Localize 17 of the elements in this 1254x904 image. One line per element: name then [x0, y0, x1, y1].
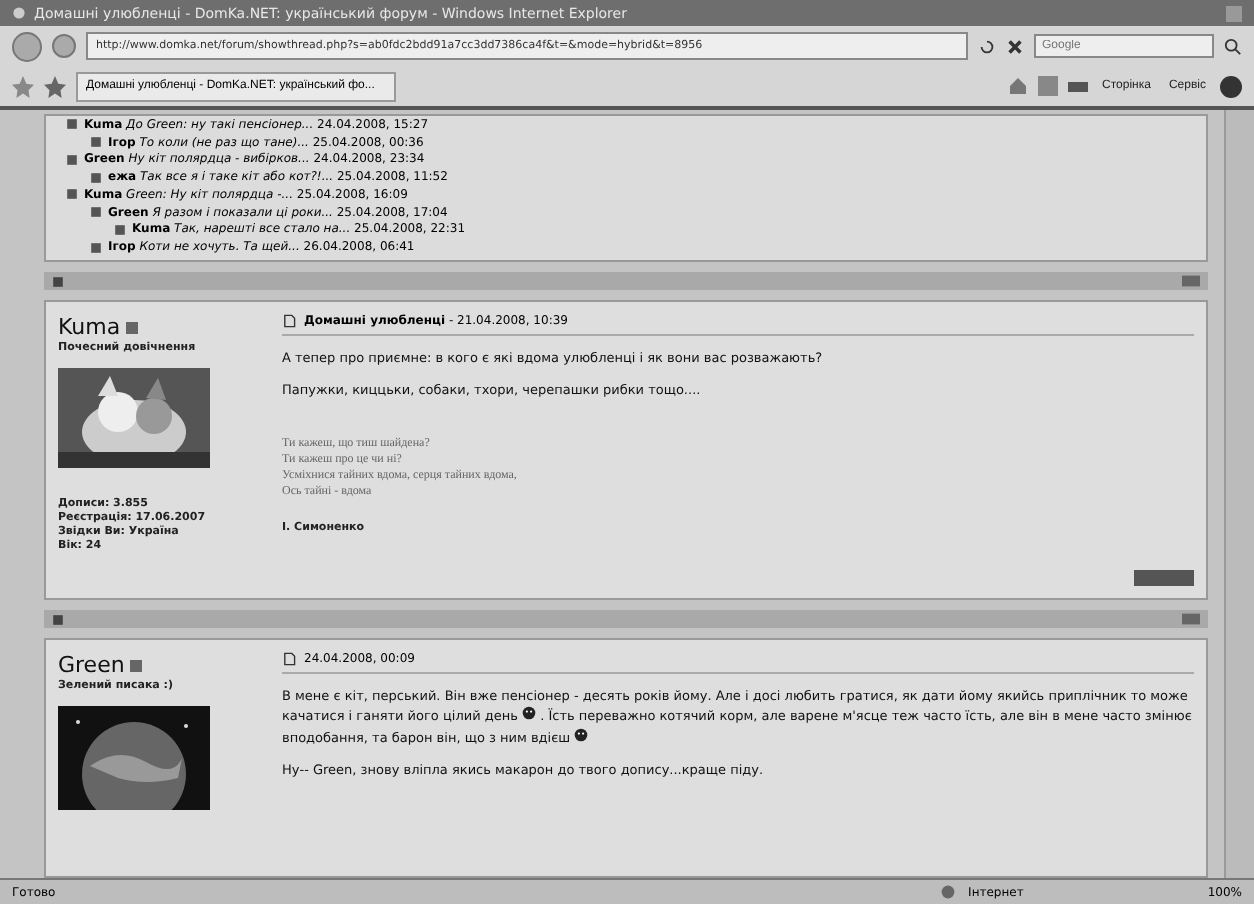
- status-icon: [126, 321, 139, 333]
- author-name[interactable]: Kuma: [58, 314, 121, 340]
- smiley-icon: [522, 706, 537, 721]
- star-icon[interactable]: [44, 75, 66, 97]
- browser-icon: [12, 6, 26, 20]
- document-icon: [282, 314, 296, 328]
- status-icon: [130, 659, 143, 671]
- globe-icon: [940, 884, 957, 900]
- author-name[interactable]: Green: [58, 652, 125, 678]
- smiley-icon: [574, 727, 589, 742]
- back-button[interactable]: [12, 31, 42, 61]
- star-icon[interactable]: [12, 75, 34, 97]
- search-icon[interactable]: [1224, 37, 1242, 55]
- document-icon: [282, 652, 296, 666]
- home-icon[interactable]: [1008, 76, 1029, 96]
- refresh-icon[interactable]: [978, 37, 996, 55]
- forward-button[interactable]: [52, 34, 76, 58]
